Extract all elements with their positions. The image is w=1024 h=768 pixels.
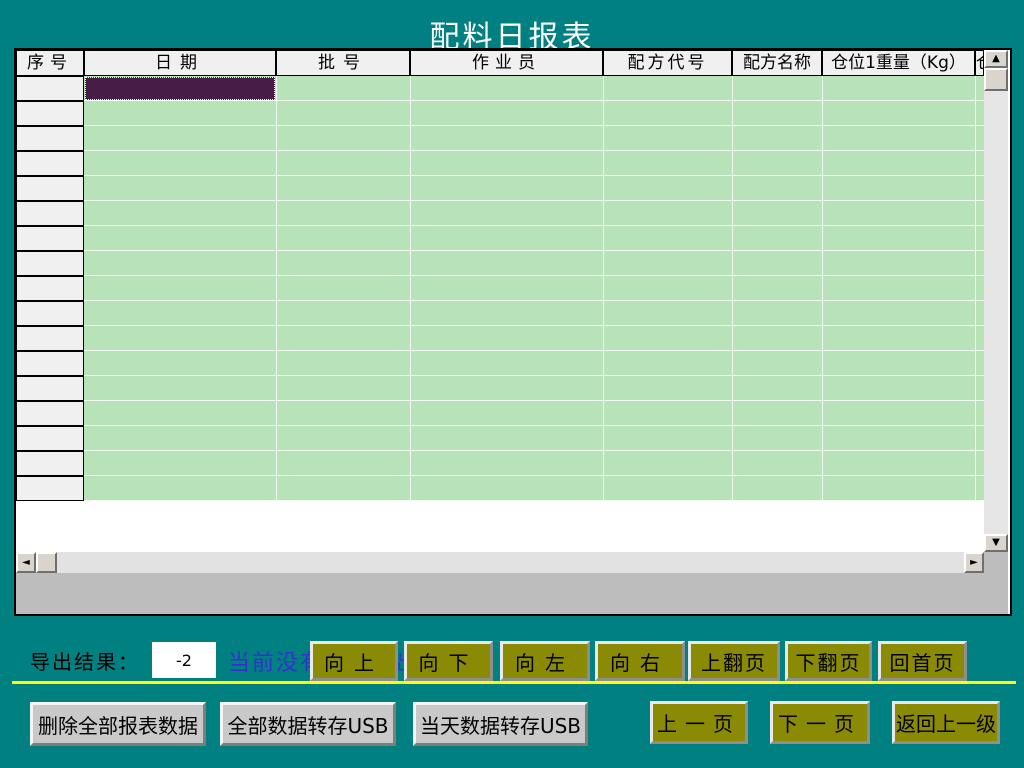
grid-vline bbox=[603, 76, 604, 501]
page-button-back-up-level[interactable]: 返回上一级 bbox=[892, 701, 1000, 744]
nav-button-up[interactable]: 向上 bbox=[310, 641, 398, 681]
grid-hline bbox=[84, 300, 984, 301]
scroll-down-icon: ▼ bbox=[992, 538, 1000, 548]
grid-hline bbox=[84, 125, 984, 126]
row-index-cell[interactable] bbox=[16, 76, 84, 101]
row-index-cell[interactable] bbox=[16, 476, 84, 501]
col-header-recipe-name: 配方名称 bbox=[732, 50, 822, 76]
grid-vline bbox=[732, 76, 733, 501]
page-button-next-page[interactable]: 下一页 bbox=[770, 701, 870, 744]
row-index-cell[interactable] bbox=[16, 276, 84, 301]
row-index-cell[interactable] bbox=[16, 176, 84, 201]
row-index-cell[interactable] bbox=[16, 326, 84, 351]
report-table-panel: 序号日期批号作业员配方代号配方名称仓位1重量（Kg）仓 ▲ ▼ ◄ ► bbox=[14, 48, 1012, 616]
row-index-cell[interactable] bbox=[16, 451, 84, 476]
row-index-cell[interactable] bbox=[16, 376, 84, 401]
scrollbar-corner bbox=[984, 552, 1008, 573]
row-index-cell[interactable] bbox=[16, 201, 84, 226]
row-index-cell[interactable] bbox=[16, 426, 84, 451]
grid-hline bbox=[84, 100, 984, 101]
grid-hline bbox=[84, 175, 984, 176]
horizontal-scrollbar[interactable]: ◄ ► bbox=[16, 552, 984, 573]
nav-button-right[interactable]: 向右 bbox=[595, 641, 685, 681]
grid-hline bbox=[84, 400, 984, 401]
grid-hline bbox=[84, 225, 984, 226]
grid-hline bbox=[84, 500, 984, 501]
export-result-label: 导出结果： bbox=[30, 646, 140, 675]
grid-hline bbox=[84, 475, 984, 476]
row-index-cell[interactable] bbox=[16, 126, 84, 151]
grid-hline bbox=[84, 450, 984, 451]
vertical-scrollbar-thumb[interactable] bbox=[984, 68, 1008, 91]
grid-hline bbox=[84, 425, 984, 426]
divider-line bbox=[12, 681, 1016, 684]
grid-vline bbox=[276, 76, 277, 501]
scroll-right-button[interactable]: ► bbox=[964, 552, 984, 573]
grid-vline bbox=[975, 76, 976, 501]
grid-vline bbox=[822, 76, 823, 501]
col-header-index: 序号 bbox=[16, 50, 84, 76]
export-result-value: -2 bbox=[152, 642, 216, 678]
action-button-export-today-data-usb[interactable]: 当天数据转存USB bbox=[413, 702, 588, 746]
scroll-left-icon: ◄ bbox=[22, 558, 30, 568]
grid-hline bbox=[84, 325, 984, 326]
row-index-cell[interactable] bbox=[16, 401, 84, 426]
panel-footer-strip bbox=[16, 573, 1008, 614]
vertical-scrollbar[interactable]: ▲ ▼ bbox=[984, 50, 1008, 552]
grid-hline bbox=[84, 250, 984, 251]
row-index-cell[interactable] bbox=[16, 351, 84, 376]
action-button-export-all-data-usb[interactable]: 全部数据转存USB bbox=[220, 702, 396, 746]
action-button-delete-all-report-data[interactable]: 删除全部报表数据 bbox=[30, 702, 206, 746]
col-header-date: 日期 bbox=[84, 50, 276, 76]
nav-button-home[interactable]: 回首页 bbox=[878, 641, 967, 681]
screen: 配料日报表 序号日期批号作业员配方代号配方名称仓位1重量（Kg）仓 ▲ ▼ ◄ … bbox=[0, 0, 1024, 768]
grid-vline bbox=[410, 76, 411, 501]
col-header-partial: 仓 bbox=[975, 50, 984, 76]
row-index-cell[interactable] bbox=[16, 301, 84, 326]
col-header-recipe-code: 配方代号 bbox=[603, 50, 732, 76]
row-index-cell[interactable] bbox=[16, 251, 84, 276]
grid-hline bbox=[84, 350, 984, 351]
table-body[interactable] bbox=[84, 76, 984, 501]
horizontal-scrollbar-thumb[interactable] bbox=[36, 552, 57, 573]
nav-button-down[interactable]: 向下 bbox=[404, 641, 493, 681]
scroll-left-button[interactable]: ◄ bbox=[16, 552, 36, 573]
scroll-right-icon: ► bbox=[970, 558, 978, 568]
page-button-prev-page[interactable]: 上一页 bbox=[650, 701, 748, 744]
grid-hline bbox=[84, 200, 984, 201]
col-header-operator: 作业员 bbox=[410, 50, 603, 76]
scroll-down-button[interactable]: ▼ bbox=[984, 534, 1008, 552]
selected-cell[interactable] bbox=[85, 77, 275, 100]
grid-hline bbox=[84, 150, 984, 151]
grid-hline bbox=[84, 375, 984, 376]
nav-button-page-up[interactable]: 上翻页 bbox=[688, 641, 780, 681]
nav-button-left[interactable]: 向左 bbox=[500, 641, 590, 681]
scroll-up-icon: ▲ bbox=[992, 54, 1000, 64]
col-header-bin1-weight: 仓位1重量（Kg） bbox=[822, 50, 975, 76]
grid-hline bbox=[84, 275, 984, 276]
nav-button-page-down[interactable]: 下翻页 bbox=[785, 641, 872, 681]
row-index-cell[interactable] bbox=[16, 151, 84, 176]
row-index-cell[interactable] bbox=[16, 226, 84, 251]
scroll-up-button[interactable]: ▲ bbox=[984, 50, 1008, 68]
row-index-cell[interactable] bbox=[16, 101, 84, 126]
col-header-batch: 批号 bbox=[276, 50, 410, 76]
